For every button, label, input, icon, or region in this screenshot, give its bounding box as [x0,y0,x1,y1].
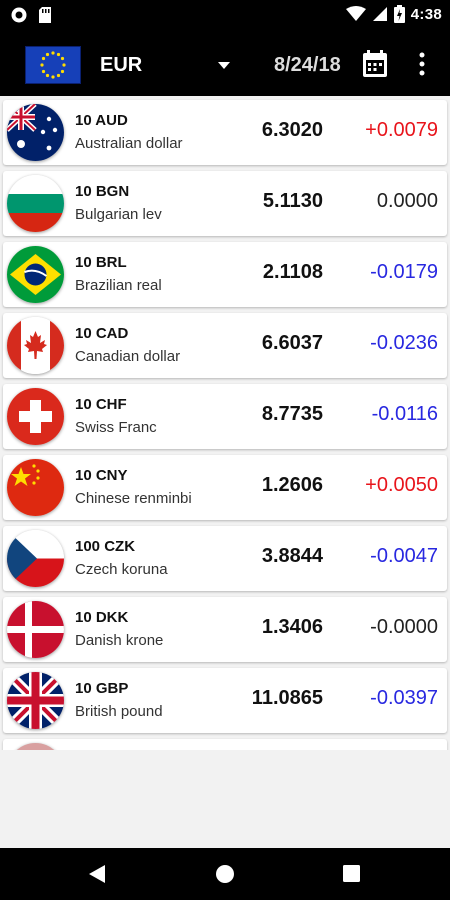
exchange-rate: 3.8844 [261,545,323,567]
rate-row-czk[interactable]: 100 CZK Czech koruna 3.8844 -0.0047 [3,526,447,591]
rate-row-gbp[interactable]: 10 GBP British pound 11.0865 -0.0397 [3,668,447,733]
rate-change: -0.0236 [370,332,438,354]
currency-name: Swiss Franc [75,419,157,436]
switzerland-flag-icon [7,388,64,445]
currency-name: Australian dollar [75,135,183,152]
rate-row-cad[interactable]: 10 CAD Canadian dollar 6.6037 -0.0236 [3,313,447,378]
exchange-rate: 2.1108 [262,261,323,283]
denmark-flag-icon [7,601,64,658]
app-bar: EUR 8/24/18 [0,32,450,96]
exchange-rate: 1.3406 [261,616,323,638]
uk-flag-icon [7,672,64,729]
wifi-icon [345,6,366,21]
china-flag-icon [7,459,64,516]
canada-flag-icon [7,317,64,374]
battery-charging-icon [393,5,405,23]
dropdown-arrow-icon[interactable] [218,62,230,69]
base-currency-label[interactable]: EUR [100,54,142,77]
australia-flag-icon [7,104,64,161]
circle-notification-icon [11,7,27,23]
exchange-rate: 1.2606 [261,474,323,496]
currency-name: Bulgarian lev [75,206,162,223]
currency-code: 10 BGN [75,183,130,200]
exchange-rate: 5.1130 [262,190,323,212]
home-icon[interactable] [215,864,235,884]
rates-list[interactable]: 10 AUD Australian dollar 6.3020 +0.0079 … [0,96,450,750]
bulgaria-flag-icon [7,175,64,232]
currency-name: Danish krone [75,632,164,649]
currency-code: 10 CAD [75,325,129,342]
exchange-rate: 6.6037 [261,332,323,354]
currency-name: Chinese renminbi [75,490,192,507]
currency-code: 10 CHF [75,396,127,413]
rate-row-bgn[interactable]: 10 BGN Bulgarian lev 5.1130 0.0000 [3,171,447,236]
exchange-rate: 6.3020 [261,119,323,141]
rate-change: -0.0000 [370,616,438,638]
signal-icon [372,7,387,21]
exchange-rate: 11.0865 [251,687,323,709]
rate-row-cny[interactable]: 10 CNY Chinese renminbi 1.2606 +0.0050 [3,455,447,520]
calendar-icon[interactable] [362,50,388,78]
status-bar: 4:38 [0,0,450,32]
rate-change: -0.0116 [371,403,438,425]
rate-row-dkk[interactable]: 10 DKK Danish krone 1.3406 -0.0000 [3,597,447,662]
currency-code: 10 GBP [75,680,129,697]
back-icon[interactable] [88,864,106,884]
czech-flag-icon [7,530,64,587]
sd-card-icon [39,7,51,23]
rate-change: +0.0079 [365,119,438,141]
brazil-flag-icon [7,246,64,303]
rate-change: -0.0047 [370,545,438,567]
rate-change: 0.0000 [376,190,438,212]
navigation-bar [0,848,450,900]
date-label[interactable]: 8/24/18 [274,54,341,77]
rate-change: -0.0397 [370,687,438,709]
currency-code: 10 BRL [75,254,127,271]
rate-change: +0.0050 [365,474,438,496]
more-vertical-icon[interactable] [418,52,426,76]
exchange-rate: 8.7735 [261,403,323,425]
currency-name: British pound [75,703,163,720]
currency-code: 100 CZK [75,538,136,555]
currency-name: Brazilian real [75,277,162,294]
status-time: 4:38 [410,5,442,23]
rate-row-aud[interactable]: 10 AUD Australian dollar 6.3020 +0.0079 [3,100,447,165]
currency-code: 10 CNY [75,467,128,484]
rate-row-chf[interactable]: 10 CHF Swiss Franc 8.7735 -0.0116 [3,384,447,449]
currency-name: Canadian dollar [75,348,181,365]
currency-code: 10 AUD [75,112,128,129]
rate-change: -0.0179 [370,261,438,283]
rate-row-brl[interactable]: 10 BRL Brazilian real 2.1108 -0.0179 [3,242,447,307]
rate-row-partial[interactable] [3,739,447,750]
recents-icon[interactable] [343,865,360,882]
eu-flag-icon[interactable] [25,46,81,84]
flag-icon [7,743,64,750]
currency-name: Czech koruna [75,561,168,578]
currency-code: 10 DKK [75,609,129,626]
